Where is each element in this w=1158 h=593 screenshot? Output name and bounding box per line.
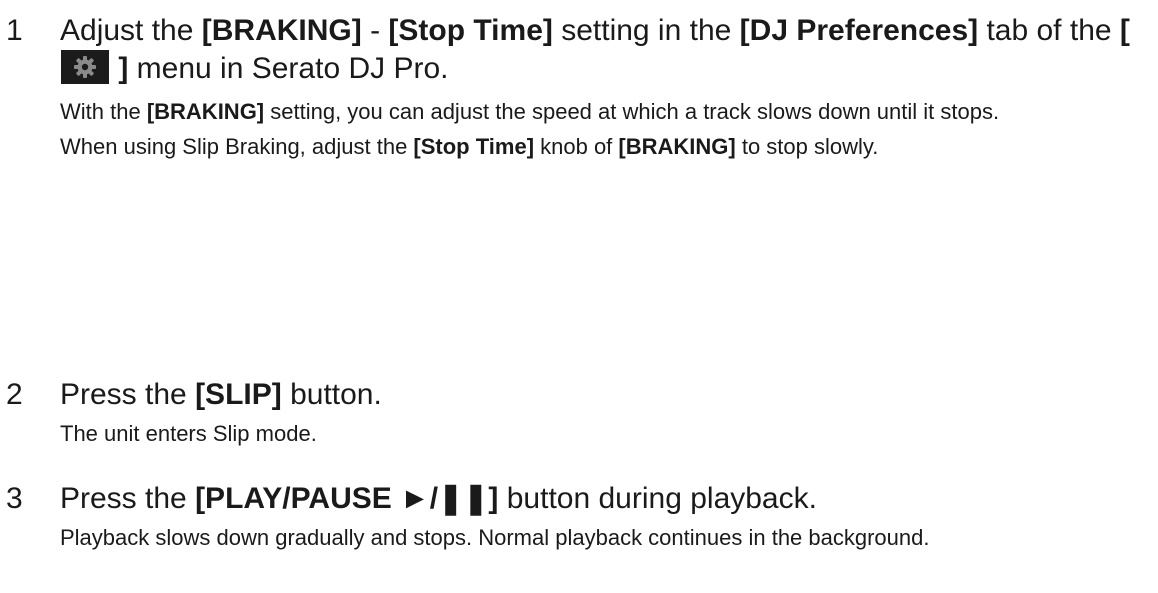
step-number: 3: [6, 482, 23, 515]
dj-preferences-tab-label: [DJ Preferences]: [739, 14, 979, 47]
step-number: 2: [6, 378, 23, 411]
step-title: Adjust the [BRAKING] - [Stop Time] setti…: [60, 14, 1130, 85]
slip-button-label: [SLIP]: [195, 378, 282, 411]
step-number: 1: [6, 14, 23, 47]
play-pause-button-label: [PLAY/PAUSE ►/❚❚]: [195, 482, 499, 515]
step-description: Playback slows down gradually and stops.…: [60, 525, 930, 550]
gear-icon: [61, 50, 109, 84]
step-description: With the [BRAKING] setting, you can adju…: [60, 99, 1000, 159]
stop-time-setting-label: [Stop Time]: [388, 14, 553, 47]
braking-setting-label: [BRAKING]: [201, 14, 362, 47]
step-title: Press the [SLIP] button.: [60, 378, 382, 411]
step-description: The unit enters Slip mode.: [60, 421, 317, 446]
step-title: Press the [PLAY/PAUSE ►/❚❚] button durin…: [60, 482, 817, 515]
